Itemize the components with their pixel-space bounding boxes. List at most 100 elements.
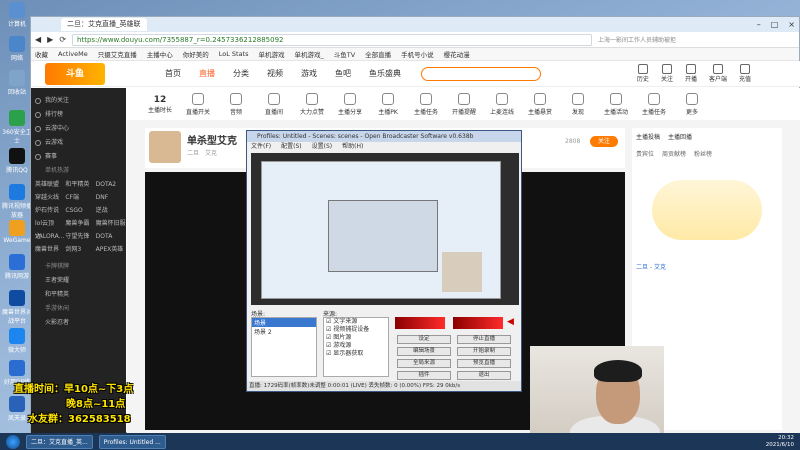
scenes-list[interactable]: 场景 场景 2 <box>251 317 317 377</box>
bookmark-item[interactable]: 全部直播 <box>365 49 391 59</box>
tab-fans[interactable]: 粉丝榜 <box>694 149 712 158</box>
client-button[interactable]: 客户端 <box>709 64 727 83</box>
tool-item[interactable]: 主播PK <box>375 92 401 116</box>
plugins-button[interactable]: 插件 <box>397 371 451 380</box>
settings-button[interactable]: 设定 <box>397 335 451 344</box>
desktop-icon-360[interactable]: 360安全卫士 <box>2 110 32 145</box>
taskbar-item-browser[interactable]: 二旦：艾克直播_英... <box>26 434 93 449</box>
follow-button[interactable]: 关注 <box>590 136 618 147</box>
scene-item[interactable]: 场景 2 <box>252 327 316 336</box>
sidebar-item[interactable]: 和平精英 <box>31 288 126 302</box>
source-item[interactable]: ☑ 图片源 <box>326 334 388 342</box>
sidebar-item-esports[interactable]: 赛事 <box>31 150 126 164</box>
taskbar-clock[interactable]: 20:32 2021/6/10 <box>766 435 794 449</box>
sidebar-cat[interactable]: lol云顶之... <box>35 217 65 240</box>
desktop-icon-recycle[interactable]: 回收站 <box>2 70 32 96</box>
sidebar-cat[interactable]: 和平精英 <box>65 178 95 191</box>
desktop-icon-qq[interactable]: 腾讯QQ <box>2 148 32 174</box>
tool-item[interactable]: 更多 <box>679 92 705 116</box>
sidebar-cat[interactable]: DOTA2 <box>96 178 126 191</box>
sidebar-cat[interactable]: 魔兽世界 <box>35 243 65 256</box>
tool-item[interactable]: 主播悬赏 <box>527 92 553 116</box>
sidebar-cat[interactable]: DOTA <box>96 230 126 243</box>
back-icon[interactable]: ◀ <box>35 35 41 44</box>
tool-item[interactable]: 主播任务 <box>413 92 439 116</box>
edit-scene-button[interactable]: 编辑场景 <box>397 347 451 356</box>
sidebar-cat[interactable]: DNF <box>96 191 126 204</box>
tag[interactable]: 二旦 <box>187 148 199 157</box>
desktop-volume-meter[interactable] <box>453 317 503 329</box>
stop-stream-button[interactable]: 停止直播 <box>457 335 511 344</box>
bookmark-item[interactable]: 樱花动漫 <box>444 49 470 59</box>
tool-item[interactable]: 主播任务 <box>641 92 667 116</box>
browser-tab[interactable]: 二旦：艾克直播_英雄联 <box>61 18 147 31</box>
scene-item[interactable]: 场景 <box>252 318 316 327</box>
start-button[interactable] <box>6 434 20 449</box>
history-button[interactable]: 历史 <box>637 64 649 83</box>
sidebar-cat[interactable]: APEX英雄 <box>96 243 126 256</box>
tool-item[interactable]: 大力点赞 <box>299 92 325 116</box>
tab-vip[interactable]: 贵宾位 <box>636 149 654 158</box>
sidebar-cat[interactable]: CSGO <box>65 204 95 217</box>
minimize-icon[interactable]: – <box>757 20 761 29</box>
exit-button[interactable]: 退出 <box>457 371 511 380</box>
tool-item[interactable]: 主播活动 <box>603 92 629 116</box>
mic-volume-meter[interactable] <box>395 317 445 329</box>
start-record-button[interactable]: 开始录制 <box>457 347 511 356</box>
sidebar-item-rank[interactable]: 排行榜 <box>31 108 126 122</box>
avatar[interactable] <box>149 131 181 163</box>
bookmark-item[interactable]: 斗鱼TV <box>334 49 355 59</box>
search-input[interactable] <box>421 66 541 81</box>
sidebar-cat[interactable]: CF端 <box>65 191 95 204</box>
sidebar-item-follow[interactable]: 我的关注 <box>31 94 126 108</box>
global-sources-button[interactable]: 全局来源 <box>397 359 451 368</box>
desktop-icon-warcraft[interactable]: 魔兽世界对战平台 <box>2 290 32 325</box>
recharge-button[interactable]: 充值 <box>739 64 751 83</box>
tool-item[interactable]: 发现 <box>565 92 591 116</box>
forward-icon[interactable]: ▶ <box>47 35 53 44</box>
tag[interactable]: 艾克 <box>205 148 217 157</box>
close-icon[interactable]: × <box>788 20 795 29</box>
sidebar-cat[interactable]: 英雄联盟 <box>35 178 65 191</box>
nav-item[interactable]: 鱼吧 <box>335 68 351 79</box>
speaker-icon[interactable]: ◀ <box>507 317 514 327</box>
nav-item[interactable]: 首页 <box>165 68 181 79</box>
bookmark-item[interactable]: 手机号小说 <box>401 49 434 59</box>
desktop-icon-video[interactable]: 腾讯视频播放器 <box>2 184 32 219</box>
sidebar-cat[interactable]: 魔兽怀旧服 <box>96 217 126 230</box>
menu-item[interactable]: 配置(S) <box>281 142 302 151</box>
follow-list-button[interactable]: 关注 <box>661 64 673 83</box>
desktop-icon-tencent-game[interactable]: 腾讯网游 <box>2 254 32 280</box>
tab-replay[interactable]: 主播回播 <box>668 132 692 141</box>
desktop-icon-wegame[interactable]: WeGame <box>2 220 32 244</box>
url-input[interactable]: https://www.douyu.com/7355887_r=0.245733… <box>72 33 593 46</box>
refresh-icon[interactable]: ⟳ <box>59 35 66 44</box>
bookmark-item[interactable]: ActiveMe <box>58 50 88 58</box>
bookmark-item[interactable]: 只摄艾克直播 <box>98 49 137 59</box>
tool-item[interactable]: 音频 <box>223 92 249 116</box>
sidebar-cat[interactable]: VALORA... <box>35 230 65 243</box>
desktop-icon-network[interactable]: 网络 <box>2 36 32 62</box>
sidebar-cat[interactable]: 魔兽争霸 <box>65 217 95 230</box>
source-item[interactable]: ☑ 游戏源 <box>326 342 388 350</box>
nav-item[interactable]: 游戏 <box>301 68 317 79</box>
source-item[interactable]: ☑ 视频捕捉设备 <box>326 326 388 334</box>
nav-item-active[interactable]: 直播 <box>199 68 215 79</box>
sources-list[interactable]: ☑ 文字来源 ☑ 视频捕捉设备 ☑ 图片源 ☑ 游戏源 ☑ 显示器获取 <box>323 317 389 377</box>
taskbar-item-obs[interactable]: Profiles: Untitled ... <box>98 434 166 449</box>
bookmark-item[interactable]: LoL Stats <box>219 50 249 58</box>
menu-item[interactable]: 文件(F) <box>251 142 271 151</box>
preview-stream-button[interactable]: 预览直播 <box>457 359 511 368</box>
sidebar-cat[interactable]: 剑网3 <box>65 243 95 256</box>
streamer-link[interactable]: 二旦 - 艾克 <box>632 258 782 275</box>
desktop-icon-computer[interactable]: 计算机 <box>2 2 32 28</box>
bookmark-item[interactable]: 你好美的 <box>183 49 209 59</box>
sidebar-item[interactable]: 王者荣耀 <box>31 274 126 288</box>
tab-upload[interactable]: 主播投稿 <box>636 132 660 141</box>
sidebar-cat[interactable]: 炉石传说 <box>35 204 65 217</box>
sidebar-item[interactable]: 火影忍者 <box>31 316 126 330</box>
tool-item[interactable]: 主播分享 <box>337 92 363 116</box>
tool-item[interactable]: 开播提醒 <box>451 92 477 116</box>
source-item[interactable]: ☑ 文字来源 <box>326 318 388 326</box>
bookmark-item[interactable]: 主播中心 <box>147 49 173 59</box>
